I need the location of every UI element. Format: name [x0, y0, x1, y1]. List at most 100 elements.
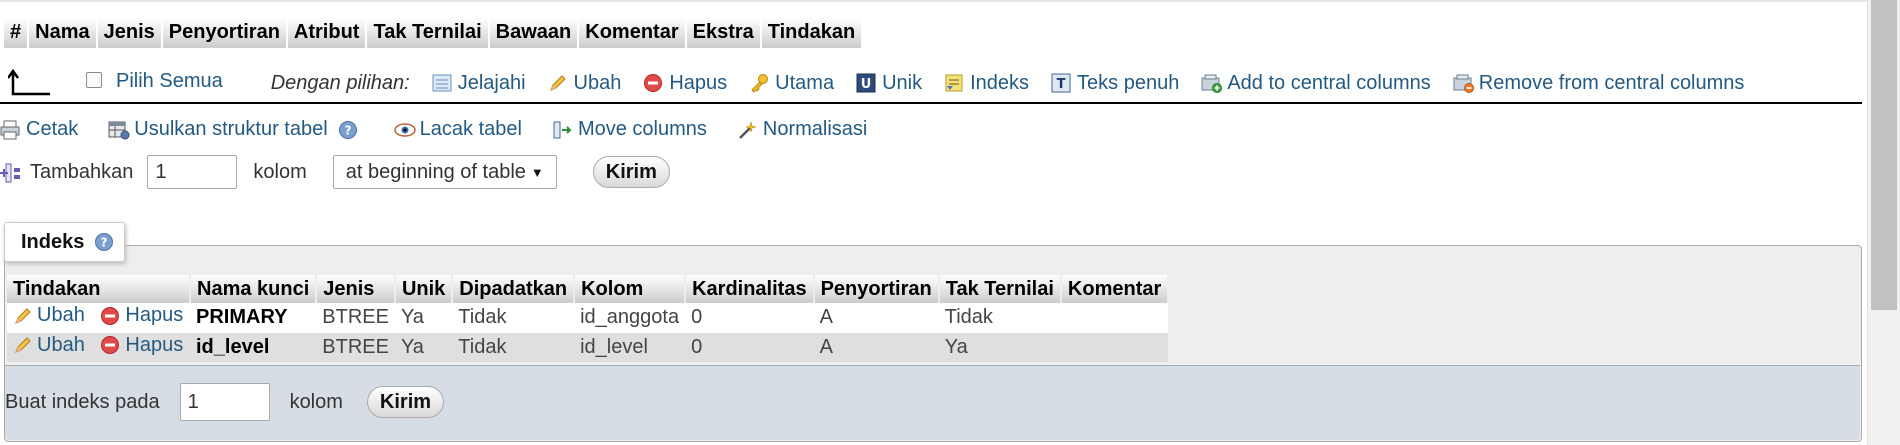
track-table-button[interactable]: Lacak tabel — [393, 118, 522, 141]
delete-icon — [100, 306, 120, 326]
table-tools-bar: Cetak Usulkan struktur tabel ? Lacak tab… — [0, 118, 897, 141]
add-central-icon — [1201, 73, 1223, 93]
edit-index-button[interactable]: Ubah — [13, 304, 85, 327]
index-column: id_anggota — [574, 303, 686, 333]
index-collation: A — [813, 332, 939, 362]
pencil-icon — [548, 73, 568, 93]
indexes-table: Tindakan Nama kunci Jenis Unik Dipadatka… — [7, 275, 1170, 362]
scrollbar-thumb[interactable] — [1871, 0, 1897, 310]
add-columns-form: Tambahkan kolom at beginning of table ▼ … — [0, 155, 670, 189]
unique-selected-button[interactable]: U Unik — [856, 72, 922, 95]
index-cardinality: 0 — [685, 332, 814, 362]
table-structure-icon — [108, 120, 130, 140]
index-comment — [1060, 303, 1169, 333]
edit-label: Ubah — [37, 333, 85, 356]
index-unique: Ya — [394, 303, 453, 333]
top-divider — [0, 0, 1868, 2]
col-header-collation[interactable]: Penyortiran — [162, 18, 286, 48]
drop-label: Hapus — [125, 304, 184, 326]
drop-index-button[interactable]: Hapus — [100, 334, 183, 357]
index-null: Ya — [938, 332, 1061, 362]
help-icon[interactable]: ? — [94, 232, 114, 252]
select-all-label[interactable]: Pilih Semua — [116, 70, 223, 93]
indexes-header-row: Tindakan Nama kunci Jenis Unik Dipadatka… — [7, 275, 1170, 303]
create-index-submit-button[interactable]: Kirim — [366, 386, 445, 418]
select-all-checkbox[interactable] — [86, 72, 102, 88]
fulltext-label: Teks penuh — [1077, 71, 1180, 94]
col-header-extra[interactable]: Ekstra — [686, 18, 760, 48]
create-index-form: Buat indeks pada kolom Kirim — [5, 365, 1860, 440]
change-selected-button[interactable]: Ubah — [548, 72, 621, 95]
fulltext-selected-button[interactable]: T Teks penuh — [1051, 72, 1179, 95]
add-columns-count-input[interactable] — [147, 155, 238, 189]
pencil-icon — [13, 335, 33, 355]
table-row: Ubah Hapus id_level BTREE Ya Tidak id_le… — [7, 332, 1169, 362]
index-column: id_level — [574, 332, 686, 362]
add-columns-submit-button[interactable]: Kirim — [592, 156, 670, 188]
browse-icon — [432, 73, 452, 93]
col-header-attributes[interactable]: Atribut — [287, 18, 366, 48]
index-selected-button[interactable]: Indeks — [944, 72, 1029, 95]
svg-text:U: U — [861, 77, 872, 92]
idx-header-comment: Komentar — [1060, 275, 1170, 303]
primary-selected-button[interactable]: Utama — [749, 72, 834, 95]
col-header-default[interactable]: Bawaan — [489, 18, 578, 48]
select-all[interactable]: Pilih Semua — [86, 70, 223, 93]
index-unique: Ya — [394, 332, 453, 362]
row-actions: Ubah Hapus — [7, 332, 190, 362]
svg-text:?: ? — [101, 236, 108, 250]
col-header-comments[interactable]: Komentar — [579, 18, 685, 48]
add-columns-label: Tambahkan — [30, 160, 134, 183]
add-columns-position-select[interactable]: at beginning of table ▼ — [332, 155, 557, 189]
add-central-columns-button[interactable]: Add to central columns — [1201, 72, 1431, 95]
index-null: Tidak — [938, 303, 1061, 333]
browse-selected-button[interactable]: Jelajahi — [432, 72, 526, 95]
indexes-title: Indeks — [21, 230, 85, 253]
key-icon — [749, 73, 769, 93]
col-header-name[interactable]: Nama — [29, 18, 96, 48]
idx-header-column: Kolom — [574, 275, 687, 303]
idx-header-null: Tak Ternilai — [938, 275, 1062, 303]
remove-central-label: Remove from central columns — [1478, 71, 1745, 94]
propose-label: Usulkan struktur tabel — [134, 118, 328, 140]
col-header-number[interactable]: # — [4, 18, 28, 48]
col-header-null[interactable]: Tak Ternilai — [367, 18, 488, 48]
propose-structure-button[interactable]: Usulkan struktur tabel ? — [108, 118, 363, 141]
arrow-up-left-icon — [6, 68, 52, 98]
drop-label: Hapus — [125, 333, 184, 356]
help-icon[interactable]: ? — [338, 120, 358, 140]
index-packed: Tidak — [452, 303, 575, 333]
col-header-action[interactable]: Tindakan — [761, 18, 862, 48]
dropdown-arrow-icon: ▼ — [530, 164, 544, 180]
index-label: Indeks — [970, 71, 1030, 94]
col-header-type[interactable]: Jenis — [97, 18, 161, 48]
pencil-icon — [13, 306, 33, 326]
remove-central-columns-button[interactable]: Remove from central columns — [1453, 71, 1745, 95]
remove-central-icon — [1453, 73, 1474, 93]
vertical-scrollbar[interactable] — [1867, 0, 1900, 445]
drop-selected-button[interactable]: Hapus — [643, 72, 727, 95]
printer-icon — [0, 120, 20, 140]
unique-label: Unik — [882, 71, 923, 94]
idx-header-type: Jenis — [316, 275, 396, 303]
row-actions: Ubah Hapus — [7, 303, 190, 333]
drop-index-button[interactable]: Hapus — [100, 304, 183, 327]
normalize-button[interactable]: Normalisasi — [737, 118, 867, 141]
svg-text:T: T — [1057, 77, 1066, 92]
print-button[interactable]: Cetak — [0, 118, 78, 141]
move-columns-icon — [552, 120, 572, 140]
fulltext-icon: T — [1051, 73, 1071, 93]
create-index-count-input[interactable] — [179, 383, 270, 421]
indexes-legend: Indeks ? — [4, 222, 125, 262]
delete-icon — [100, 335, 120, 355]
idx-header-cardinality: Kardinalitas — [685, 275, 815, 303]
browse-label: Jelajahi — [457, 71, 526, 94]
idx-header-action: Tindakan — [7, 275, 191, 303]
index-cardinality: 0 — [685, 303, 814, 333]
move-columns-button[interactable]: Move columns — [552, 118, 707, 141]
with-selected-label: Dengan pilihan: — [270, 71, 410, 94]
idx-header-collation: Penyortiran — [813, 275, 940, 303]
index-packed: Tidak — [452, 332, 575, 362]
edit-index-button[interactable]: Ubah — [13, 334, 85, 357]
svg-text:?: ? — [344, 123, 351, 137]
